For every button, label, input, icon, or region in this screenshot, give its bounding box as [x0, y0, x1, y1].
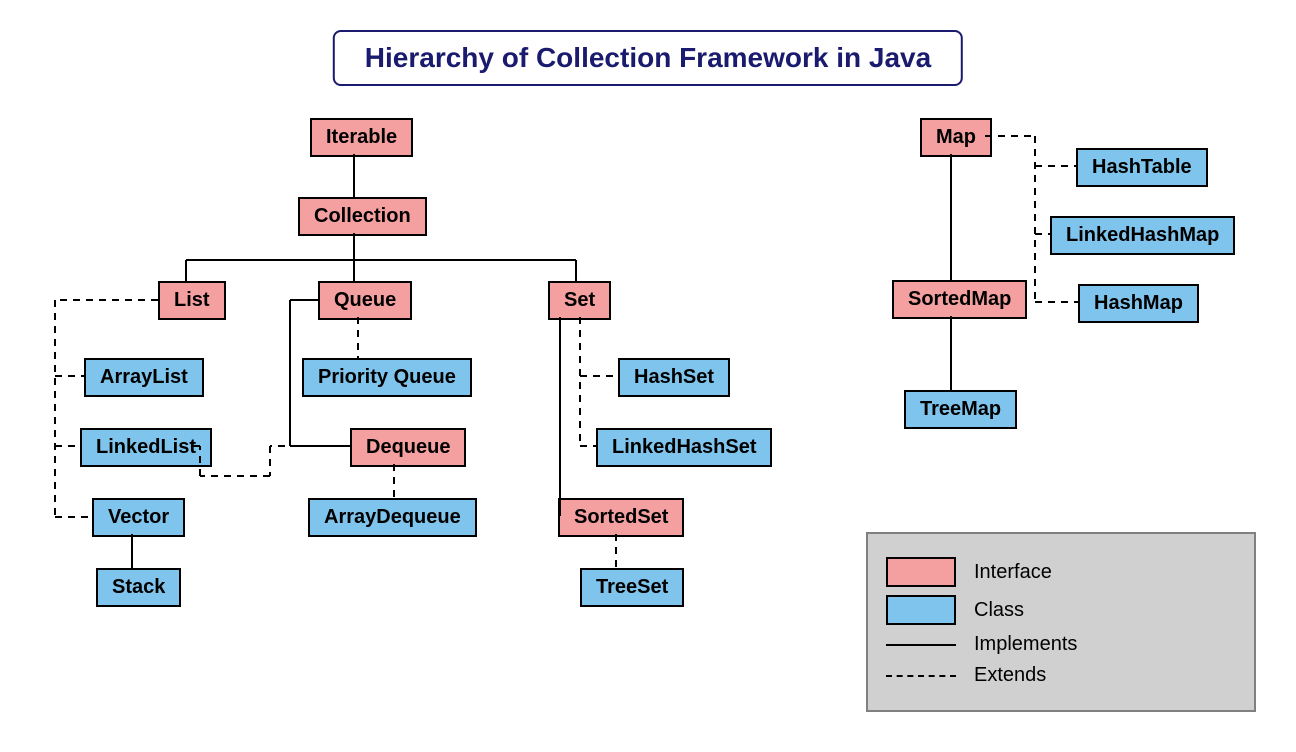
node-treeset: TreeSet: [580, 568, 684, 607]
node-hashtable: HashTable: [1076, 148, 1208, 187]
node-linkedlist: LinkedList: [80, 428, 212, 467]
legend-swatch-interface: [886, 557, 956, 587]
node-hashset: HashSet: [618, 358, 730, 397]
node-priorityqueue: Priority Queue: [302, 358, 472, 397]
legend-label-extends: Extends: [974, 664, 1046, 687]
legend-swatch-class: [886, 595, 956, 625]
legend-row-extends: Extends: [886, 664, 1236, 687]
diagram-title: Hierarchy of Collection Framework in Jav…: [333, 30, 963, 86]
legend-line-dashed: [886, 675, 956, 677]
node-collection: Collection: [298, 197, 427, 236]
node-hashmap: HashMap: [1078, 284, 1199, 323]
legend: Interface Class Implements Extends: [866, 532, 1256, 712]
node-sortedset: SortedSet: [558, 498, 684, 537]
node-set: Set: [548, 281, 611, 320]
legend-row-class: Class: [886, 595, 1236, 625]
legend-row-interface: Interface: [886, 557, 1236, 587]
legend-label-class: Class: [974, 599, 1024, 622]
node-arraylist: ArrayList: [84, 358, 204, 397]
node-vector: Vector: [92, 498, 185, 537]
legend-label-implements: Implements: [974, 633, 1077, 656]
legend-label-interface: Interface: [974, 561, 1052, 584]
node-dequeue: Dequeue: [350, 428, 466, 467]
node-list: List: [158, 281, 226, 320]
node-linkedhashset: LinkedHashSet: [596, 428, 772, 467]
node-linkedhashmap: LinkedHashMap: [1050, 216, 1235, 255]
node-treemap: TreeMap: [904, 390, 1017, 429]
node-queue: Queue: [318, 281, 412, 320]
node-arraydequeue: ArrayDequeue: [308, 498, 477, 537]
node-map: Map: [920, 118, 992, 157]
node-stack: Stack: [96, 568, 181, 607]
legend-row-implements: Implements: [886, 633, 1236, 656]
node-sortedmap: SortedMap: [892, 280, 1027, 319]
legend-line-solid: [886, 644, 956, 646]
node-iterable: Iterable: [310, 118, 413, 157]
